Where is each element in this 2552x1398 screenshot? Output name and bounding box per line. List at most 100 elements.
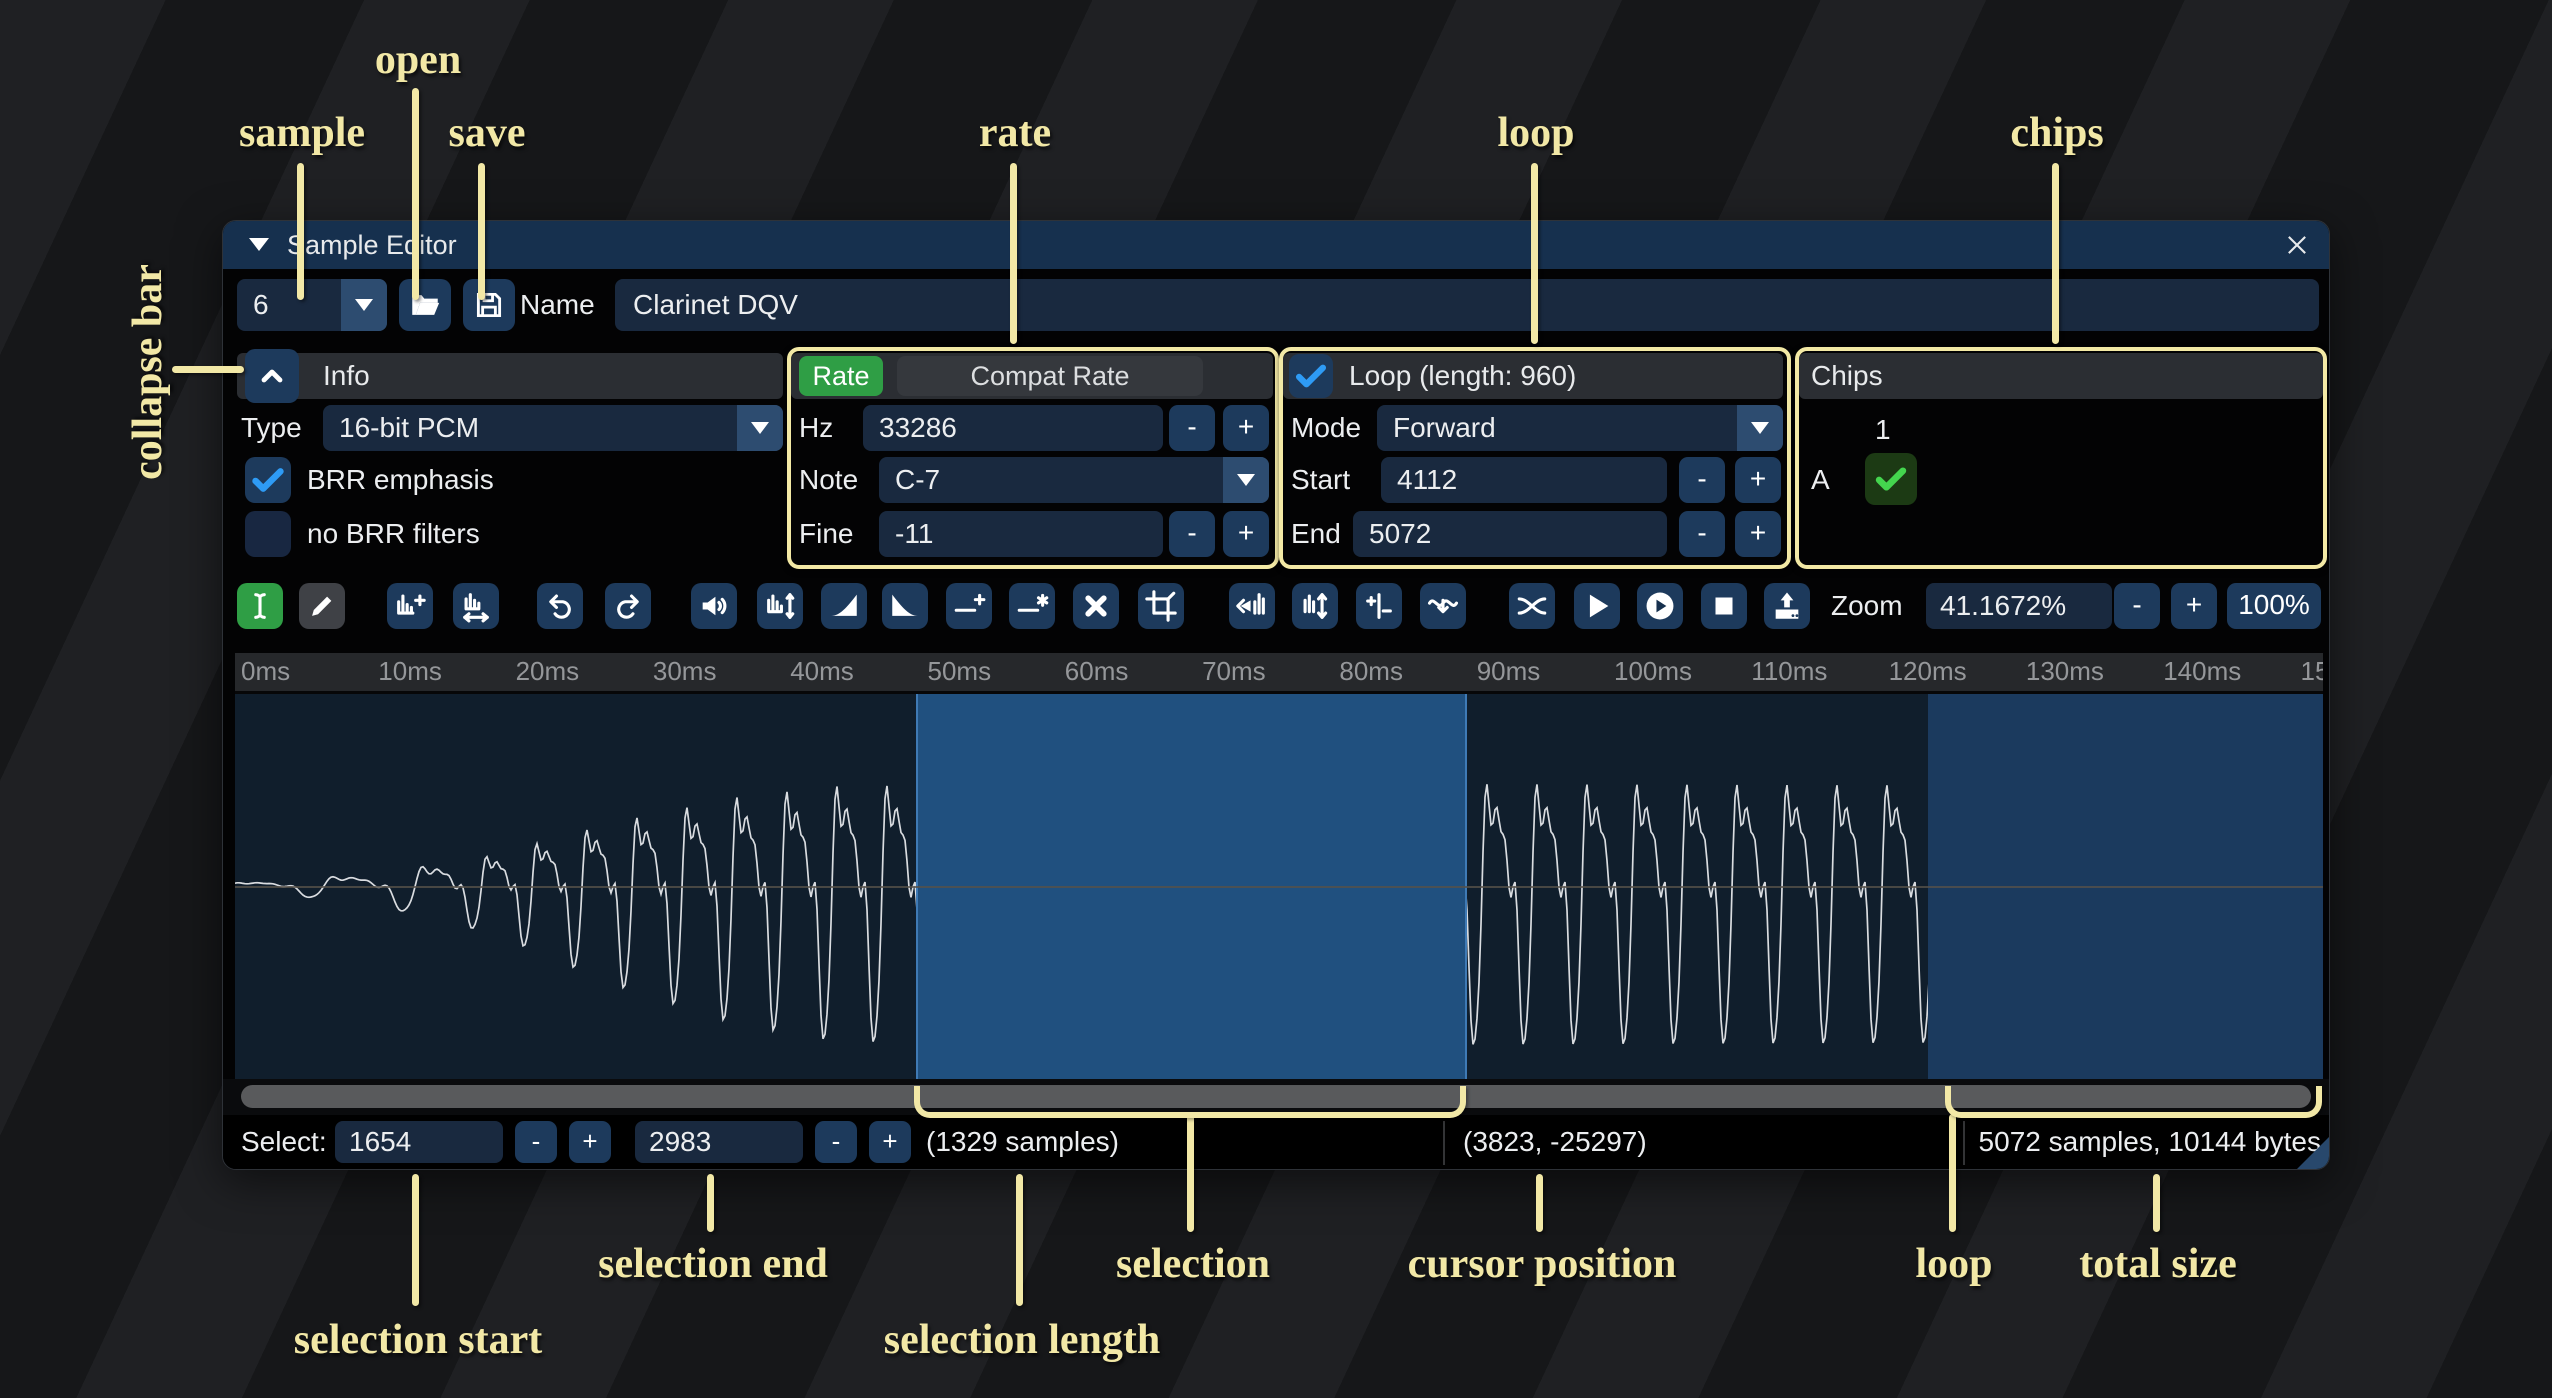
type-label: Type <box>241 405 302 451</box>
selection-end-minus-button[interactable]: - <box>815 1121 857 1163</box>
chips-header-label: Chips <box>1811 353 1883 399</box>
screenshot-root: Sample Editor 6 Name Clarinet DQV Info <box>0 0 2552 1398</box>
resize-button[interactable] <box>387 583 433 629</box>
selection-start-minus-button[interactable]: - <box>515 1121 557 1163</box>
chevron-down-icon[interactable] <box>341 279 387 331</box>
annotation-line-cursor-position <box>1536 1174 1543 1232</box>
upload-to-chip-button[interactable] <box>1764 583 1810 629</box>
ruler-tick: 0ms <box>241 653 290 689</box>
no-brr-filters-checkbox[interactable] <box>245 511 291 557</box>
zoom-reset-button[interactable]: 100% <box>2227 583 2321 629</box>
window-collapse-icon[interactable] <box>249 238 269 251</box>
fine-minus-button[interactable]: - <box>1169 511 1215 557</box>
name-label: Name <box>520 282 595 328</box>
annotation-cursor-position: cursor position <box>1408 1240 1677 1288</box>
selection-start-plus-button[interactable]: + <box>569 1121 611 1163</box>
redo-icon <box>611 589 645 623</box>
fade-out-icon <box>888 589 922 623</box>
brr-emphasis-checkbox[interactable] <box>245 457 291 503</box>
loop-mode-select[interactable]: Forward <box>1377 405 1783 451</box>
trim-button[interactable] <box>1138 583 1184 629</box>
apply-filter-button[interactable] <box>1420 583 1466 629</box>
selection-end-plus-button[interactable]: + <box>869 1121 911 1163</box>
ruler-tick: 130ms <box>2026 653 2104 689</box>
note-select-value: C-7 <box>895 457 940 503</box>
selection-start-input[interactable]: 1654 <box>335 1121 503 1163</box>
loop-end-minus-button[interactable]: - <box>1679 511 1725 557</box>
type-select[interactable]: 16-bit PCM <box>323 405 783 451</box>
fade-out-button[interactable] <box>882 583 928 629</box>
redo-button[interactable] <box>605 583 651 629</box>
hz-minus-button[interactable]: - <box>1169 405 1215 451</box>
crossfade-button[interactable] <box>1509 583 1555 629</box>
tab-compat-rate[interactable]: Compat Rate <box>897 356 1203 396</box>
loop-mode-value: Forward <box>1393 405 1496 451</box>
window-titlebar[interactable]: Sample Editor <box>223 221 2329 269</box>
zoom-input[interactable]: 41.1672% <box>1926 583 2112 629</box>
ibeam-icon <box>243 589 277 623</box>
fine-input[interactable]: -11 <box>879 511 1163 557</box>
open-sample-button[interactable] <box>399 279 451 331</box>
tab-rate[interactable]: Rate <box>799 356 883 396</box>
ruler-tick: 140ms <box>2163 653 2241 689</box>
ruler-tick: 90ms <box>1477 653 1541 689</box>
selection-end-input[interactable]: 2983 <box>635 1121 803 1163</box>
stop-preview-button[interactable] <box>1701 583 1747 629</box>
delete-button[interactable] <box>1073 583 1119 629</box>
ruler-tick: 50ms <box>928 653 992 689</box>
chevron-down-icon[interactable] <box>1223 457 1269 503</box>
resample-button[interactable] <box>453 583 499 629</box>
draw-mode-button[interactable] <box>299 583 345 629</box>
close-icon[interactable] <box>2283 231 2311 259</box>
loop-end-plus-button[interactable]: + <box>1735 511 1781 557</box>
save-sample-button[interactable] <box>463 279 515 331</box>
select-mode-button[interactable] <box>237 583 283 629</box>
trim-icon <box>1144 589 1178 623</box>
chips-column-header: 1 <box>1875 407 1891 453</box>
sample-select-value: 6 <box>253 279 269 331</box>
window-resize-grip[interactable] <box>2297 1137 2329 1169</box>
insert-silence-button[interactable] <box>946 583 992 629</box>
sample-editor-window: Sample Editor 6 Name Clarinet DQV Info <box>222 220 2330 1170</box>
annotation-line-collapse-bar <box>172 366 244 373</box>
annotation-line-selection-start <box>412 1174 419 1306</box>
preview-button[interactable] <box>1574 583 1620 629</box>
invert-button[interactable] <box>1292 583 1338 629</box>
loop-end-input[interactable]: 5072 <box>1353 511 1667 557</box>
annotation-line-loop <box>1531 163 1538 344</box>
annotation-loop-bottom: loop <box>1915 1240 1992 1288</box>
note-select[interactable]: C-7 <box>879 457 1269 503</box>
signed-unsigned-button[interactable] <box>1356 583 1402 629</box>
normalize-icon <box>763 589 797 623</box>
zoom-out-button[interactable]: - <box>2114 583 2160 629</box>
loop-start-input[interactable]: 4112 <box>1381 457 1667 503</box>
hz-input[interactable]: 33286 <box>863 405 1163 451</box>
fade-in-button[interactable] <box>821 583 867 629</box>
time-ruler[interactable]: 0ms10ms20ms30ms40ms50ms60ms70ms80ms90ms1… <box>235 653 2323 694</box>
chevron-down-icon[interactable] <box>1737 405 1783 451</box>
chevron-down-icon[interactable] <box>737 405 783 451</box>
apply-silence-button[interactable] <box>1009 583 1055 629</box>
info-collapse-button[interactable] <box>245 349 299 403</box>
window-title: Sample Editor <box>287 221 457 269</box>
amplify-button[interactable] <box>691 583 737 629</box>
undo-button[interactable] <box>537 583 583 629</box>
chip-a-enable-checkbox[interactable] <box>1865 453 1917 505</box>
zero-axis-line <box>235 886 2323 888</box>
ruler-tick: 40ms <box>790 653 854 689</box>
sign-icon <box>1362 589 1396 623</box>
loop-start-plus-button[interactable]: + <box>1735 457 1781 503</box>
name-input[interactable]: Clarinet DQV <box>615 279 2319 331</box>
loop-start-minus-button[interactable]: - <box>1679 457 1725 503</box>
fine-plus-button[interactable]: + <box>1223 511 1269 557</box>
hz-plus-button[interactable]: + <box>1223 405 1269 451</box>
play-circle-icon <box>1643 589 1677 623</box>
waveform-display[interactable] <box>235 694 2323 1079</box>
preview-selection-button[interactable] <box>1637 583 1683 629</box>
normalize-button[interactable] <box>757 583 803 629</box>
reverse-button[interactable] <box>1229 583 1275 629</box>
zoom-in-button[interactable]: + <box>2171 583 2217 629</box>
loop-enable-checkbox[interactable] <box>1289 354 1333 398</box>
sample-select[interactable]: 6 <box>237 279 387 331</box>
invert-icon <box>1298 589 1332 623</box>
